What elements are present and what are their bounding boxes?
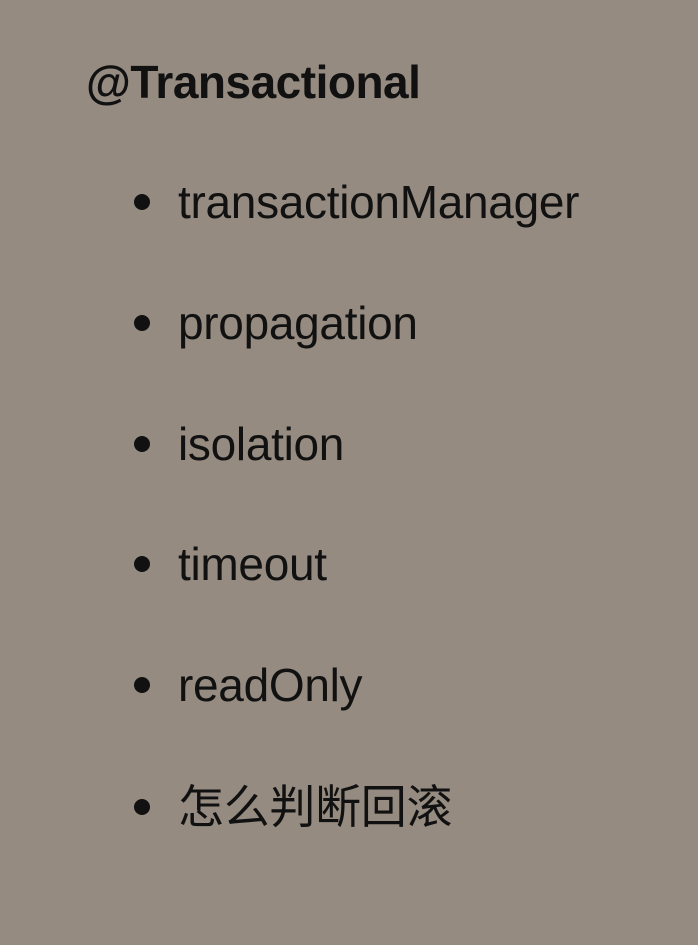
bullet-dot-icon: [134, 677, 150, 693]
bullet-text: propagation: [178, 297, 418, 349]
bullet-item-propagation: propagation: [134, 293, 418, 353]
bullet-text: isolation: [178, 418, 345, 470]
bullet-item-rollback-check: 怎么判断回滚: [134, 777, 453, 837]
slide: @Transactional transactionManager propag…: [0, 0, 698, 945]
bullet-item-timeout: timeout: [134, 534, 327, 594]
bullet-item-isolation: isolation: [134, 414, 344, 474]
slide-title: @Transactional: [86, 56, 421, 108]
bullet-dot-icon: [134, 799, 150, 815]
bullet-dot-icon: [134, 315, 150, 331]
bullet-dot-icon: [134, 194, 150, 210]
bullet-item-read-only: readOnly: [134, 655, 363, 715]
bullet-text: transactionManager: [178, 176, 580, 228]
bullet-text: 怎么判断回滚: [178, 781, 453, 833]
bullet-dot-icon: [134, 436, 150, 452]
bullet-item-transaction-manager: transactionManager: [134, 172, 579, 232]
bullet-dot-icon: [134, 556, 150, 572]
bullet-text: timeout: [178, 538, 327, 590]
bullet-text: readOnly: [178, 659, 363, 711]
